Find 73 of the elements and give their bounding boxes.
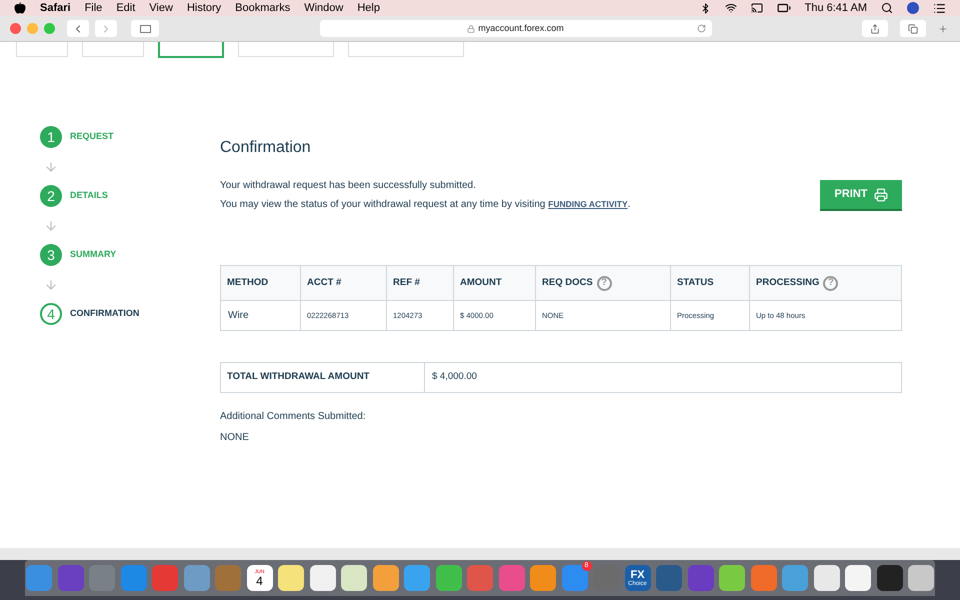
menu-item[interactable]: Edit [116,0,136,16]
apple-icon[interactable] [14,2,26,14]
app-icon[interactable] [719,565,745,591]
bluetooth-icon[interactable] [700,2,711,14]
menu-item[interactable]: Bookmarks [235,0,290,16]
table-cell: Wire [220,300,300,330]
step-number: 1 [40,126,62,148]
search-icon[interactable] [881,2,893,14]
reload-icon[interactable] [696,24,706,33]
app-icon[interactable] [310,565,336,591]
column-header: STATUS [670,266,750,300]
column-header: ACCT # [300,266,386,300]
column-header: PROCESSING ? [750,266,902,300]
step-number: 4 [40,303,62,325]
calendar-day: 4 [256,574,263,586]
total-value: $ 4,000.00 [431,370,478,384]
app-icon[interactable] [814,565,840,591]
app-icon-text: FX [630,570,645,580]
status-message: You may view the status of your withdrawal request at any time by visiting FUNDING ACTIVITY. [220,198,630,212]
address-bar[interactable]: myaccount.forex.com [320,20,712,37]
step-label: SUMMARY [70,248,116,262]
page-heading: Confirmation [220,138,312,158]
app-icon[interactable] [341,565,367,591]
printer-icon [874,188,888,202]
minimize-window-icon[interactable] [27,23,38,34]
app-icon[interactable] [876,565,902,591]
column-header: REQ DOCS ? [536,266,670,300]
back-button[interactable] [67,20,89,37]
app-icon[interactable] [845,565,871,591]
arrow-down-icon [44,218,58,232]
comments-value: NONE [220,431,250,445]
tabs-button[interactable] [900,20,926,37]
app-icon[interactable] [372,565,398,591]
share-button[interactable] [862,20,888,37]
menu-item[interactable]: Window [304,0,344,16]
lock-icon [467,24,476,32]
page-tab[interactable] [158,42,224,58]
menu-item[interactable]: File [84,0,102,16]
siri-icon[interactable] [907,2,919,14]
close-window-icon[interactable] [10,23,21,34]
address-text: myaccount.forex.com [478,22,564,35]
menu-item[interactable]: History [186,0,222,16]
plus-icon [938,24,948,34]
sidebar-button[interactable] [131,20,159,37]
column-header: AMOUNT [454,266,536,300]
app-icon[interactable] [908,565,934,591]
battery-icon[interactable] [776,1,791,15]
step-label: DETAILS [70,189,108,202]
column-header: METHOD [220,266,300,300]
forward-button[interactable] [95,20,117,37]
step-number: 3 [40,244,62,266]
step-label: REQUEST [70,130,114,144]
success-message: Your withdrawal request has been successfully submitted. [220,179,477,193]
funding-activity-link[interactable]: FUNDING ACTIVITY [548,199,628,209]
arrow-down-icon [44,160,58,174]
comments-label: Additional Comments Submitted: [220,410,367,424]
total-label: TOTAL WITHDRAWAL AMOUNT [221,363,425,392]
share-icon [870,24,880,34]
airplay-icon[interactable] [750,2,763,14]
app-icon[interactable] [436,565,462,591]
menu-clock[interactable]: Thu 6:41 AM [804,0,867,16]
menu-icon[interactable] [933,2,946,14]
menu-item[interactable]: View [149,0,173,16]
menu-app-name[interactable]: Safari [40,0,71,16]
step-number: 2 [40,185,62,207]
tabs-icon [908,24,918,34]
column-header: REF # [386,266,454,300]
step-label: CONFIRMATION [70,307,140,320]
app-icon[interactable] [404,565,430,591]
menu-item[interactable]: Help [357,0,380,16]
app-icon[interactable] [530,565,556,591]
app-icon[interactable] [278,565,304,591]
zoom-window-icon[interactable] [44,23,55,34]
